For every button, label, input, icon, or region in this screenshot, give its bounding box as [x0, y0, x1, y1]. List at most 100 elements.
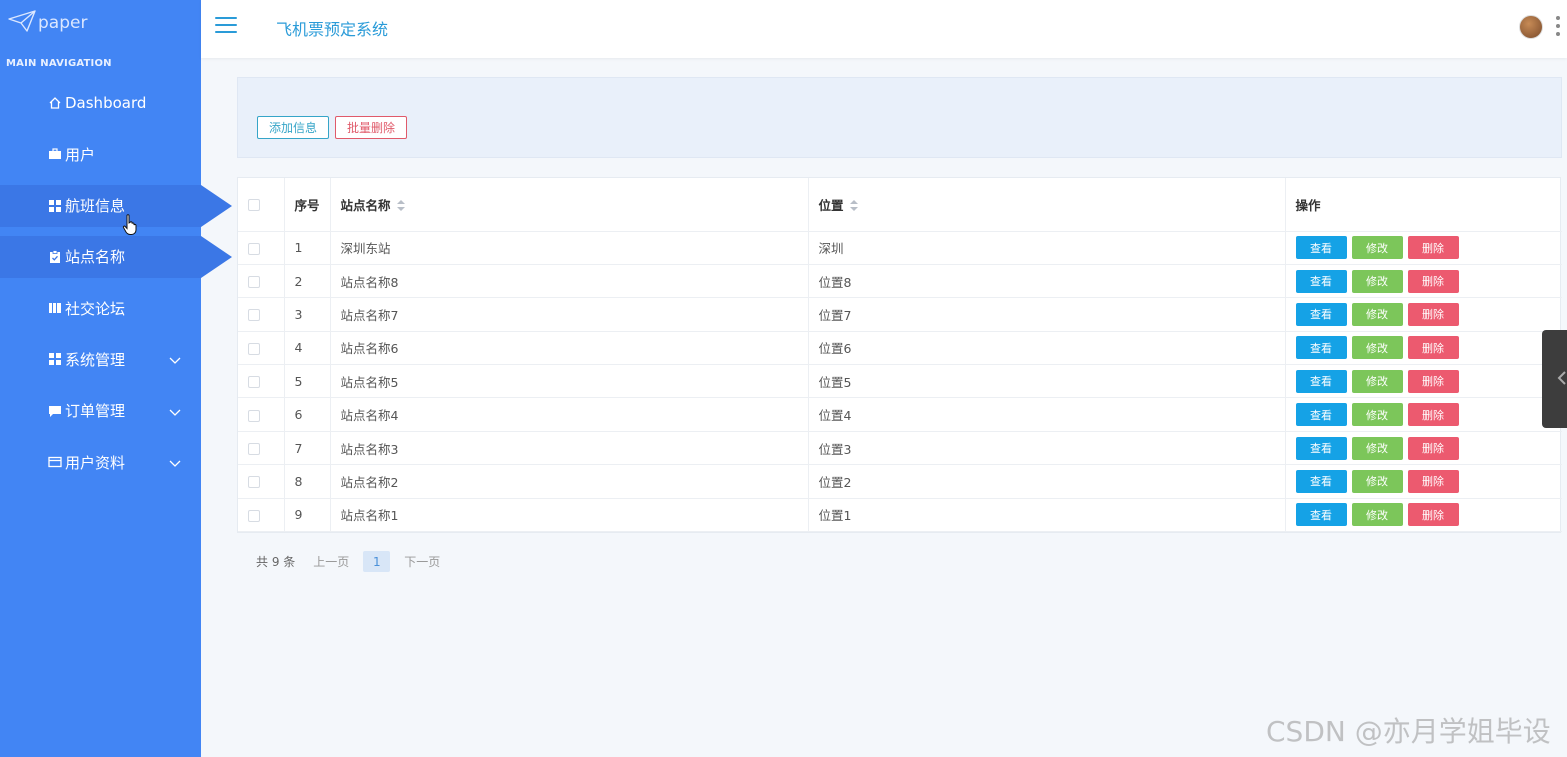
edit-button[interactable]: 修改	[1351, 469, 1403, 493]
view-button[interactable]: 查看	[1295, 469, 1347, 493]
table-row: 5 站点名称5 位置5 查看 修改 删除	[238, 364, 1562, 399]
view-button[interactable]: 查看	[1295, 503, 1347, 527]
row-station-name: 站点名称6	[330, 331, 809, 366]
page-number-button[interactable]: 1	[363, 551, 391, 572]
row-checkbox[interactable]	[248, 276, 260, 289]
row-index: 3	[284, 297, 331, 332]
row-location: 位置4	[808, 397, 1286, 432]
edit-button[interactable]: 修改	[1351, 503, 1403, 527]
view-button[interactable]: 查看	[1295, 236, 1347, 260]
row-index: 1	[284, 231, 331, 265]
delete-button[interactable]: 删除	[1407, 369, 1459, 393]
delete-button[interactable]: 删除	[1407, 436, 1459, 460]
edit-button[interactable]: 修改	[1351, 269, 1403, 293]
total-count: 共 9 条	[256, 555, 296, 569]
delete-button[interactable]: 删除	[1407, 503, 1459, 527]
row-actions: 查看 修改 删除	[1285, 297, 1562, 332]
edit-button[interactable]: 修改	[1351, 369, 1403, 393]
row-index: 7	[284, 431, 331, 466]
row-station-name: 站点名称4	[330, 397, 809, 432]
sidebar-item-system[interactable]: 系统管理	[0, 338, 201, 380]
row-actions: 查看 修改 删除	[1285, 431, 1562, 466]
sidebar-item-label: Dashboard	[65, 94, 147, 112]
select-all-checkbox[interactable]	[248, 199, 260, 212]
view-button[interactable]: 查看	[1295, 403, 1347, 427]
view-button[interactable]: 查看	[1295, 336, 1347, 360]
chevron-down-icon	[169, 404, 181, 416]
next-page-button[interactable]: 下一页	[404, 553, 440, 570]
row-actions: 查看 修改 删除	[1285, 397, 1562, 432]
row-select-cell	[238, 364, 285, 399]
add-button[interactable]: 添加信息	[257, 116, 329, 139]
menu-toggle-icon[interactable]	[215, 17, 237, 35]
avatar[interactable]	[1519, 15, 1543, 39]
column-header-actions: 操作	[1285, 178, 1562, 232]
delete-button[interactable]: 删除	[1407, 236, 1459, 260]
edit-button[interactable]: 修改	[1351, 302, 1403, 326]
table-row: 1 深圳东站 深圳 查看 修改 删除	[238, 231, 1562, 265]
edit-button[interactable]: 修改	[1351, 336, 1403, 360]
page-title: 飞机票预定系统	[276, 20, 389, 39]
row-index: 2	[284, 264, 331, 299]
sidebar-item-label: 用户资料	[65, 453, 126, 472]
more-options-icon[interactable]	[1556, 16, 1560, 36]
delete-button[interactable]: 删除	[1407, 302, 1459, 326]
edit-button[interactable]: 修改	[1351, 236, 1403, 260]
sidebar-item-label: 站点名称	[65, 248, 126, 267]
row-checkbox[interactable]	[248, 476, 260, 489]
row-checkbox[interactable]	[248, 342, 260, 355]
sidebar-item-dashboard[interactable]: Dashboard	[0, 82, 201, 124]
table-header-row: 序号 站点名称 位置 操作	[238, 178, 1562, 232]
action-toolbar: 添加信息 批量删除	[237, 77, 1562, 158]
table-row: 8 站点名称2 位置2 查看 修改 删除	[238, 464, 1562, 499]
row-checkbox[interactable]	[248, 376, 260, 389]
row-checkbox[interactable]	[248, 242, 260, 255]
sidebar-item-label: 航班信息	[65, 197, 126, 216]
delete-button[interactable]: 删除	[1407, 403, 1459, 427]
prev-page-button[interactable]: 上一页	[313, 553, 349, 570]
sidebar-item-label: 用户	[65, 145, 96, 164]
comment-icon	[48, 404, 62, 418]
delete-button[interactable]: 删除	[1407, 269, 1459, 293]
row-checkbox[interactable]	[248, 309, 260, 322]
sidebar-item-users[interactable]: 用户	[0, 133, 201, 175]
row-checkbox[interactable]	[248, 409, 260, 422]
column-header-location[interactable]: 位置	[808, 178, 1286, 232]
row-station-name: 站点名称1	[330, 498, 809, 533]
edit-button[interactable]: 修改	[1351, 403, 1403, 427]
row-actions: 查看 修改 删除	[1285, 364, 1562, 399]
sidebar-item-orders[interactable]: 订单管理	[0, 390, 201, 432]
batch-delete-button[interactable]: 批量删除	[335, 116, 407, 139]
delete-button[interactable]: 删除	[1407, 469, 1459, 493]
nav-caption: MAIN NAVIGATION	[6, 58, 112, 69]
logo[interactable]: paper	[8, 10, 87, 36]
row-station-name: 站点名称5	[330, 364, 809, 399]
sidebar-item-forum[interactable]: 社交论坛	[0, 287, 201, 329]
view-button[interactable]: 查看	[1295, 369, 1347, 393]
view-button[interactable]: 查看	[1295, 302, 1347, 326]
row-location: 位置6	[808, 331, 1286, 366]
edit-button[interactable]: 修改	[1351, 436, 1403, 460]
sort-icon[interactable]	[396, 200, 405, 212]
column-header-label: 位置	[818, 197, 844, 213]
row-select-cell	[238, 231, 285, 265]
sidebar-item-stations[interactable]: 站点名称	[0, 235, 232, 278]
view-button[interactable]: 查看	[1295, 436, 1347, 460]
column-header-name[interactable]: 站点名称	[330, 178, 809, 232]
delete-button[interactable]: 删除	[1407, 336, 1459, 360]
main-nav: Dashboard 用户 航班信息 站点名称 社交论坛 系统管理 订单管理 用户…	[0, 82, 232, 492]
row-location: 位置1	[808, 498, 1286, 533]
table-row: 2 站点名称8 位置8 查看 修改 删除	[238, 264, 1562, 299]
row-index: 9	[284, 498, 331, 533]
view-button[interactable]: 查看	[1295, 269, 1347, 293]
row-checkbox[interactable]	[248, 509, 260, 522]
grid-icon	[48, 352, 62, 366]
row-index: 6	[284, 397, 331, 432]
pagination: 共 9 条 上一页 1 下一页	[256, 551, 440, 572]
row-checkbox[interactable]	[248, 443, 260, 456]
sort-icon[interactable]	[849, 200, 858, 212]
row-index: 5	[284, 364, 331, 399]
sidebar-item-profile[interactable]: 用户资料	[0, 441, 201, 483]
sidebar-item-flights[interactable]: 航班信息	[0, 184, 232, 227]
side-panel-toggle[interactable]	[1542, 330, 1567, 428]
